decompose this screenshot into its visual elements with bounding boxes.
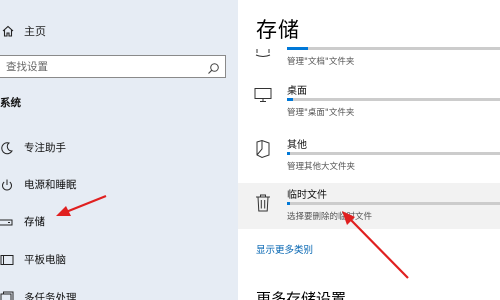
- storage-category-temp-files[interactable]: 临时文件 选择要删除的临时文件: [238, 183, 500, 229]
- sidebar-item-label: 专注助手: [24, 142, 66, 154]
- storage-usage-fill: [287, 98, 294, 101]
- trash-icon: [254, 193, 272, 217]
- settings-search-input[interactable]: [6, 58, 196, 75]
- sidebar-item-label: 存储: [24, 216, 45, 228]
- storage-icon: [0, 214, 14, 233]
- nav-section-heading: 系统: [0, 97, 21, 109]
- storage-usage-bar: [287, 152, 500, 155]
- sidebar-item-label: 平板电脑: [24, 254, 66, 266]
- sidebar-item-label: 电源和睡眠: [24, 179, 77, 191]
- sidebar-item-multitasking[interactable]: 多任务处理: [0, 284, 238, 300]
- storage-usage-bar: [287, 98, 500, 101]
- nav-home-label: 主页: [24, 25, 46, 38]
- storage-category-desc: 管理"文档"文件夹: [287, 57, 355, 67]
- storage-usage-fill: [287, 47, 309, 50]
- storage-category-documents[interactable]: 管理"文档"文件夹: [238, 28, 500, 74]
- storage-category-desktop[interactable]: 桌面 管理"桌面"文件夹: [238, 79, 500, 125]
- tablet-icon: [0, 252, 14, 271]
- desktop-icon: [254, 87, 272, 107]
- storage-category-name: 其他: [287, 140, 307, 151]
- storage-category-name: 桌面: [287, 86, 307, 97]
- power-icon: [0, 177, 14, 196]
- sidebar-item-focus-assist[interactable]: 专注助手: [0, 134, 238, 160]
- settings-nav-pane: 主页 系统 专注助手 电源和睡眠: [0, 0, 238, 300]
- other-icon: [254, 139, 272, 163]
- sidebar-item-storage[interactable]: 存储: [0, 208, 238, 234]
- storage-usage-bar: [287, 47, 500, 50]
- storage-category-desc: 管理"桌面"文件夹: [287, 108, 355, 118]
- multitask-icon: [0, 290, 14, 300]
- storage-category-name: 临时文件: [287, 190, 327, 201]
- storage-usage-fill: [287, 202, 290, 205]
- storage-usage-bar: [287, 202, 500, 205]
- sidebar-item-power-sleep[interactable]: 电源和睡眠: [0, 171, 238, 197]
- moon-icon: [0, 140, 14, 159]
- storage-category-desc: 管理其他大文件夹: [287, 162, 356, 172]
- settings-search-box[interactable]: [0, 55, 226, 78]
- storage-category-desc: 选择要删除的临时文件: [287, 212, 373, 222]
- storage-content-pane: 存储 管理"文档"文件夹 桌面 管理"桌面"文件夹 其他 管理其他大文件夹 临时…: [238, 0, 500, 300]
- search-icon[interactable]: [207, 60, 220, 79]
- storage-usage-fill: [287, 152, 290, 155]
- home-icon: [1, 23, 15, 42]
- sidebar-item-label: 多任务处理: [24, 292, 77, 300]
- nav-home-item[interactable]: 主页: [0, 20, 238, 42]
- show-more-categories-link[interactable]: 显示更多类别: [256, 242, 313, 256]
- sidebar-item-tablet[interactable]: 平板电脑: [0, 246, 238, 272]
- documents-icon: [254, 42, 272, 61]
- storage-category-other[interactable]: 其他 管理其他大文件夹: [238, 133, 500, 179]
- more-storage-settings-heading: 更多存储设置: [256, 290, 347, 300]
